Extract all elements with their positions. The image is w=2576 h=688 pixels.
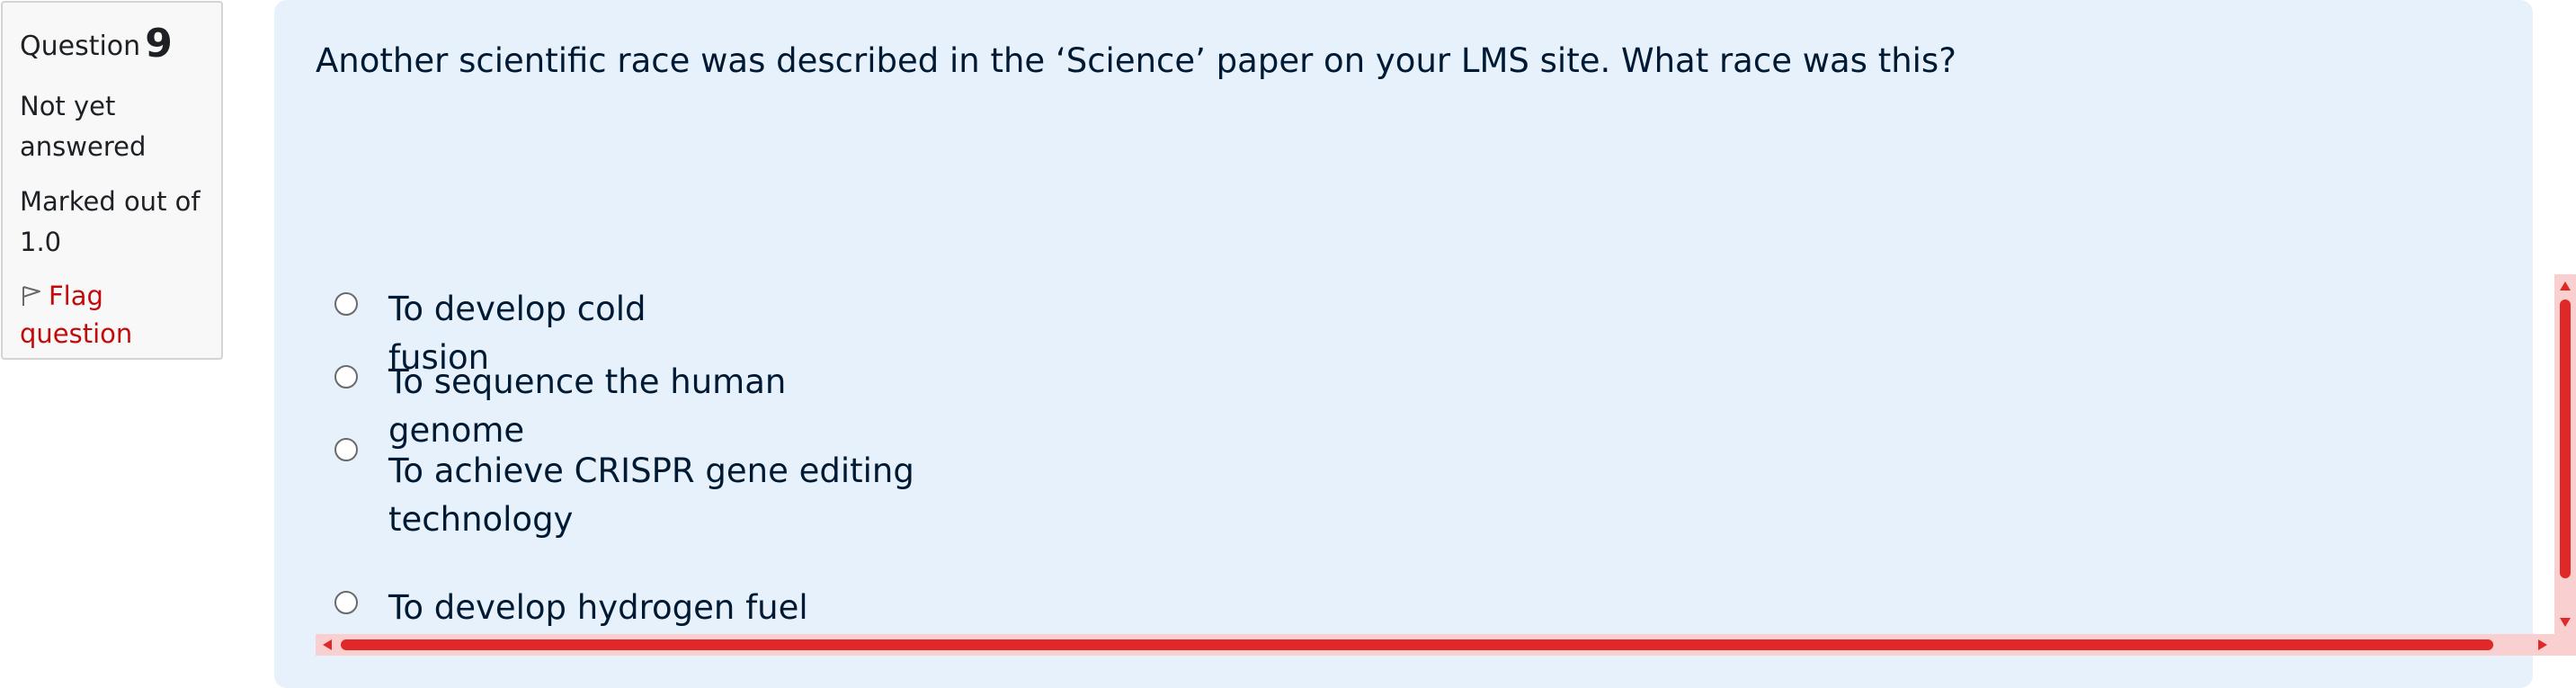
- question-number-line: Question 9: [20, 17, 221, 67]
- answer-radio[interactable]: [334, 591, 358, 614]
- scroll-left-arrow-icon[interactable]: [323, 639, 332, 650]
- flag-icon: [22, 286, 40, 306]
- question-label: Question: [20, 31, 141, 62]
- horizontal-scroll-thumb[interactable]: [341, 639, 2493, 650]
- vertical-scrollbar[interactable]: [2554, 274, 2576, 634]
- answer-option-label: To achieve CRISPR gene editing technolog…: [388, 451, 914, 539]
- question-number: 9: [145, 21, 173, 67]
- question-info-panel: Question 9 Not yet answered Marked out o…: [1, 1, 223, 360]
- answer-option-label: To sequence the human genome: [388, 362, 787, 450]
- scroll-up-arrow-icon[interactable]: [2560, 281, 2571, 290]
- horizontal-scrollbar[interactable]: [316, 634, 2554, 656]
- scrollbar-corner: [2554, 634, 2576, 656]
- question-grade: Marked out of 1.0: [20, 186, 201, 257]
- answer-option-label: To develop hydrogen fuel: [388, 588, 808, 627]
- answer-radio[interactable]: [334, 365, 358, 389]
- scroll-down-arrow-icon[interactable]: [2560, 618, 2571, 627]
- question-text: Another scientific race was described in…: [316, 41, 1957, 80]
- answer-radio[interactable]: [334, 438, 358, 461]
- vertical-scroll-thumb[interactable]: [2560, 299, 2571, 578]
- answer-options[interactable]: To develop cold fusion To sequence the h…: [316, 274, 2576, 657]
- flag-question-link[interactable]: Flag question: [20, 277, 200, 353]
- question-state: Not yet answered: [20, 91, 147, 162]
- scroll-right-arrow-icon[interactable]: [2538, 639, 2547, 650]
- question-panel: Another scientific race was described in…: [274, 0, 2576, 688]
- answer-radio[interactable]: [334, 292, 358, 316]
